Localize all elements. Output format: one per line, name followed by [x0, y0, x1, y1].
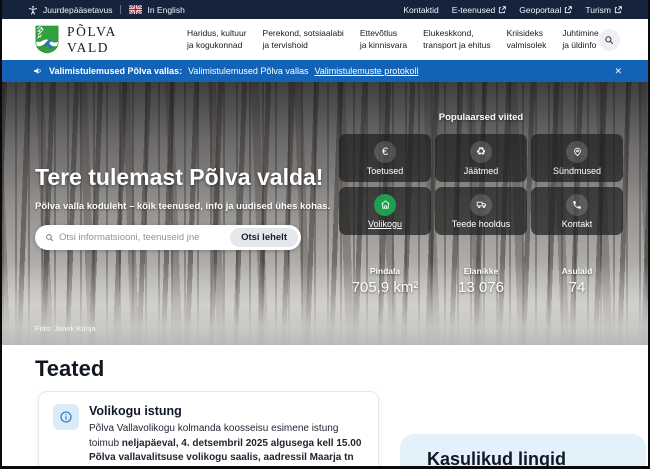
tile-kontakt[interactable]: Kontakt: [531, 187, 623, 235]
nav-item-haridus[interactable]: Haridus, kultuurja kogukonnad: [187, 28, 247, 50]
home-icon: [374, 194, 396, 216]
notice-card-volikogu-istung[interactable]: Volikogu istung Põlva Vallavolikogu kolm…: [38, 391, 379, 469]
main-header: PÕLVA VALD Haridus, kultuurja kogukonnad…: [2, 19, 648, 60]
teated-heading: Teated: [35, 356, 104, 382]
nav-item-kriisideks[interactable]: Kriisideksvalmisolek: [507, 28, 547, 50]
topbar-link-geoportaal[interactable]: Geoportaal: [519, 5, 572, 15]
useful-links-card: Kasulikud lingid: [400, 434, 646, 469]
nav-item-ettevotlus[interactable]: Ettevõtlusja kinnisvara: [360, 28, 407, 50]
announcement-bar: Valimistulemused Põlva vallas: Valimistu…: [2, 60, 648, 82]
nav-item-elukeskkond[interactable]: Elukeskkond,transport ja ehitus: [423, 28, 491, 50]
external-link-icon: [614, 6, 622, 14]
topbar-link-turism[interactable]: Turism: [585, 5, 622, 15]
useful-links-heading: Kasulikud lingid: [427, 449, 646, 469]
alert-text: Valimistulemused Põlva vallas: [188, 66, 308, 76]
stat-elanikke: Elanikke 13 076: [435, 266, 527, 296]
stat-asulaid: Asulaid 74: [531, 266, 623, 296]
nav-item-perekond[interactable]: Perekond, sotsiaalabija tervishoid: [263, 28, 344, 50]
content-section: Teated Volikogu istung Põlva Vallavoliko…: [2, 345, 648, 469]
topbar-divider: [120, 5, 121, 14]
tile-jaatmed[interactable]: ♻ Jäätmed: [435, 134, 527, 182]
accessibility-icon: [28, 5, 38, 15]
info-icon: [53, 404, 79, 430]
hero-search-bar: Otsi lehelt: [35, 225, 301, 250]
photo-credit: Foto: Janek Konja: [35, 324, 95, 333]
tile-sundmused[interactable]: Sündmused: [531, 134, 623, 182]
topbar-link-eteenused[interactable]: E-teenused: [452, 5, 506, 15]
coat-of-arms-icon: [35, 25, 59, 54]
municipality-stats: Pindala 705,9 km² Elanikke 13 076 Asulai…: [339, 266, 623, 296]
topbar-link-kontaktid[interactable]: Kontaktid: [403, 5, 438, 15]
nav-item-juhtimine[interactable]: Juhtimineja üldinfo: [562, 28, 598, 50]
tile-teede-hooldus[interactable]: Teede hooldus: [435, 187, 527, 235]
logo-title: PÕLVA VALD: [67, 24, 159, 56]
page: Juurdepääsetavus In English Kontaktid E-…: [0, 0, 650, 469]
truck-icon: [470, 194, 492, 216]
location-pin-icon: [566, 141, 588, 163]
uk-flag-icon: [129, 5, 142, 14]
stat-pindala: Pindala 705,9 km²: [339, 266, 431, 296]
hero-subtitle: Põlva valla koduleht – kõik teenused, in…: [35, 201, 330, 212]
hero-title: Tere tulemast Põlva valda!: [35, 164, 323, 191]
external-link-icon: [498, 6, 506, 14]
tile-volikogu[interactable]: Volikogu: [339, 187, 431, 235]
popular-links-title: Populaarsed viited: [339, 112, 623, 123]
alert-protocol-link[interactable]: Valimistulemuste protokoll: [314, 66, 418, 76]
main-nav: Haridus, kultuurja kogukonnad Perekond, …: [187, 28, 599, 50]
search-icon: [45, 233, 54, 242]
recycle-icon: ♻: [470, 141, 492, 163]
tile-toetused[interactable]: € Toetused: [339, 134, 431, 182]
site-logo[interactable]: PÕLVA VALD: [35, 24, 159, 56]
megaphone-icon: [33, 66, 43, 76]
accessibility-label: Juurdepääsetavus: [43, 5, 112, 15]
top-utility-bar: Juurdepääsetavus In English Kontaktid E-…: [2, 0, 648, 19]
notice-text: Põlva Vallavolikogu kolmanda koosseisu e…: [89, 422, 364, 469]
notice-title: Volikogu istung: [89, 404, 364, 418]
hero-search-submit-button[interactable]: Otsi lehelt: [230, 228, 298, 247]
external-link-icon: [564, 6, 572, 14]
language-switch[interactable]: In English: [129, 5, 184, 15]
header-search-button[interactable]: [599, 29, 620, 51]
alert-close-icon[interactable]: ✕: [614, 66, 622, 77]
alert-title: Valimistulemused Põlva vallas:: [49, 66, 182, 76]
hero-section: Tere tulemast Põlva valda! Põlva valla k…: [2, 82, 648, 345]
accessibility-link[interactable]: Juurdepääsetavus: [28, 5, 112, 15]
euro-icon: €: [374, 141, 396, 163]
hero-search-input[interactable]: [59, 232, 230, 243]
phone-icon: [566, 194, 588, 216]
popular-links-grid: € Toetused ♻ Jäätmed Sündmused Volikogu …: [339, 134, 623, 235]
search-icon: [604, 35, 614, 45]
language-label: In English: [147, 5, 184, 15]
